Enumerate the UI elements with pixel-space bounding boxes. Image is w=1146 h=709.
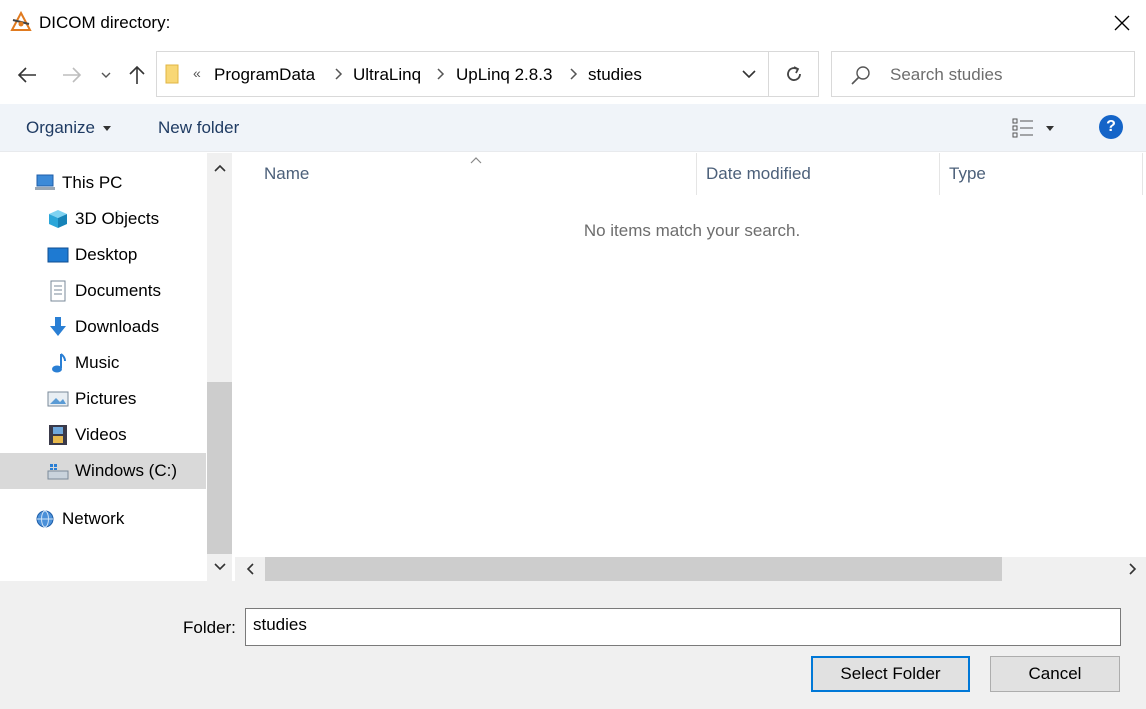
nav-item-music[interactable]: Music (0, 345, 206, 381)
address-history-dropdown[interactable] (729, 52, 769, 96)
help-icon: ? (1106, 118, 1116, 135)
scroll-right-button[interactable] (1119, 557, 1146, 581)
nav-item-label: Documents (75, 281, 161, 300)
address-bar[interactable]: « ProgramData UltraLinq UpLinq 2.8.3 stu… (156, 51, 819, 97)
nav-item-label: Network (62, 509, 125, 528)
nav-item-pictures[interactable]: Pictures (0, 381, 206, 417)
forward-button[interactable] (57, 60, 87, 90)
file-list: Name Date modified Type No items match y… (235, 153, 1146, 581)
nav-item-windows-c[interactable]: Windows (C:) (0, 453, 206, 489)
arrow-right-icon (63, 67, 82, 83)
arrow-left-icon (17, 67, 36, 83)
scroll-left-button[interactable] (235, 557, 265, 581)
command-toolbar: Organize New folder ? (0, 104, 1146, 152)
folder-icon (165, 64, 179, 84)
nav-item-network[interactable]: Network (0, 501, 206, 537)
up-button[interactable] (122, 60, 152, 90)
drive-icon (47, 460, 69, 482)
chevron-left-icon (246, 563, 254, 575)
navigation-pane: This PC 3D Objects Desktop Documents Dow… (0, 153, 232, 581)
nav-item-label: Windows (C:) (75, 461, 178, 480)
cancel-button[interactable]: Cancel (990, 656, 1120, 692)
music-note-icon (47, 352, 69, 374)
back-button[interactable] (12, 60, 42, 90)
nav-scrollbar[interactable] (207, 153, 232, 581)
chevron-right-icon (1128, 563, 1136, 575)
nav-item-label: This PC (62, 173, 123, 192)
refresh-button[interactable] (769, 52, 819, 96)
film-icon (47, 424, 69, 446)
nav-item-label: Music (75, 353, 120, 372)
breadcrumb-programdata[interactable]: ProgramData (214, 65, 315, 85)
nav-item-label: Pictures (75, 389, 137, 408)
picture-icon (47, 388, 69, 410)
nav-item-this-pc[interactable]: This PC (0, 165, 206, 201)
file-list-horizontal-scrollbar[interactable] (235, 557, 1146, 581)
cube-icon (47, 208, 69, 230)
download-icon (47, 316, 69, 338)
search-input[interactable] (890, 63, 1120, 87)
arrow-up-icon (129, 65, 145, 84)
nav-item-label: Downloads (75, 317, 160, 336)
select-folder-button[interactable]: Select Folder (811, 656, 970, 692)
close-button[interactable] (1100, 5, 1144, 41)
chevron-right-icon[interactable] (567, 67, 579, 81)
new-folder-button[interactable]: New folder (148, 114, 249, 142)
title-bar: DICOM directory: (0, 0, 1146, 46)
scroll-thumb[interactable] (265, 557, 1002, 581)
organize-label: Organize (26, 118, 95, 137)
breadcrumb-uplinq[interactable]: UpLinq 2.8.3 (456, 65, 552, 85)
help-button[interactable]: ? (1099, 115, 1123, 139)
close-icon (1114, 15, 1130, 31)
nav-item-3d-objects[interactable]: 3D Objects (0, 201, 206, 237)
nav-item-label: 3D Objects (75, 209, 160, 228)
nav-item-documents[interactable]: Documents (0, 273, 206, 309)
chevron-down-icon (742, 70, 756, 78)
recent-locations-button[interactable] (92, 60, 120, 90)
scroll-up-button[interactable] (207, 155, 232, 181)
organize-button[interactable]: Organize (14, 114, 123, 142)
scroll-thumb[interactable] (207, 382, 232, 554)
column-header-date-modified[interactable]: Date modified (697, 153, 940, 195)
nav-item-desktop[interactable]: Desktop (0, 237, 206, 273)
nav-item-label: Desktop (75, 245, 138, 264)
chevron-down-icon (213, 563, 226, 571)
network-icon (34, 508, 56, 530)
refresh-icon (787, 66, 801, 81)
chevron-down-icon (101, 72, 111, 78)
chevron-right-icon[interactable] (434, 67, 446, 81)
breadcrumb-overflow[interactable]: « (193, 65, 201, 81)
breadcrumb-studies[interactable]: studies (588, 65, 642, 85)
folder-name-input[interactable] (245, 608, 1121, 646)
search-box[interactable] (831, 51, 1135, 97)
nav-item-label: Videos (75, 425, 127, 444)
desktop-icon (47, 244, 69, 266)
search-icon (850, 64, 872, 86)
caret-down-icon (1046, 125, 1054, 131)
navigation-row: « ProgramData UltraLinq UpLinq 2.8.3 stu… (0, 46, 1146, 102)
caret-down-icon (102, 125, 111, 131)
change-view-button[interactable] (1008, 114, 1062, 142)
breadcrumb-ultralinq[interactable]: UltraLinq (353, 65, 421, 85)
column-header-type[interactable]: Type (940, 153, 1143, 195)
chevron-up-icon (213, 164, 226, 172)
computer-icon (34, 172, 56, 194)
dialog-footer: Folder: Select Folder Cancel (0, 581, 1146, 709)
folder-label: Folder: (183, 618, 236, 637)
column-header-name[interactable]: Name (235, 153, 697, 195)
scroll-down-button[interactable] (207, 554, 232, 580)
chevron-right-icon[interactable] (332, 67, 344, 81)
details-view-icon (1012, 118, 1033, 138)
document-icon (47, 280, 69, 302)
window-title: DICOM directory: (39, 13, 171, 32)
empty-message: No items match your search. (583, 221, 801, 240)
nav-item-videos[interactable]: Videos (0, 417, 206, 453)
nav-item-downloads[interactable]: Downloads (0, 309, 206, 345)
app-logo-icon (10, 10, 32, 33)
